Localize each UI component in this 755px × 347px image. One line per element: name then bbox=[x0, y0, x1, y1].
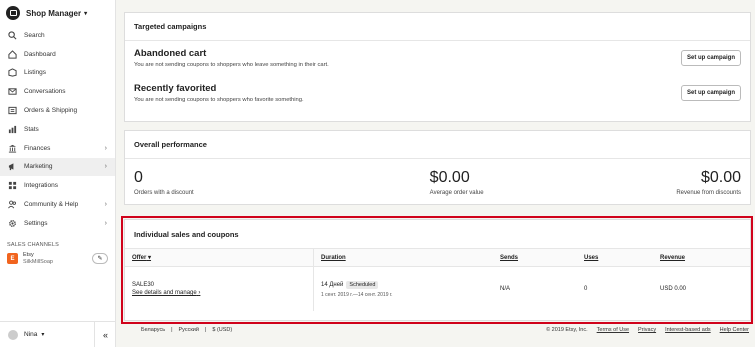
sidebar-item-label: Finances bbox=[24, 144, 51, 152]
campaign-description: You are not sending coupons to shoppers … bbox=[134, 62, 329, 68]
targeted-campaigns-card: Targeted campaigns Abandoned cart You ar… bbox=[124, 12, 751, 122]
overall-performance-card: Overall performance 0 Orders with a disc… bbox=[124, 130, 751, 205]
campaign-description: You are not sending coupons to shoppers … bbox=[134, 97, 304, 103]
avatar bbox=[8, 329, 18, 340]
language-selector[interactable]: Русский bbox=[179, 327, 199, 333]
copyright: © 2019 Etsy, Inc. bbox=[546, 327, 588, 333]
sidebar-item-label: Stats bbox=[24, 125, 39, 133]
set-up-recently-favorited-button[interactable]: Set up campaign bbox=[680, 85, 741, 101]
gear-icon bbox=[8, 219, 17, 228]
chevron-down-icon: ▾ bbox=[41, 332, 45, 338]
megaphone-icon bbox=[8, 162, 17, 171]
sidebar-item-orders[interactable]: Orders & Shipping bbox=[0, 101, 115, 120]
stat-label: Average order value bbox=[429, 190, 484, 196]
sidebar-item-listings[interactable]: Listings bbox=[0, 64, 115, 83]
campaign-name: Abandoned cart bbox=[134, 48, 207, 59]
campaign-name: Recently favorited bbox=[134, 83, 217, 94]
edit-channel-button[interactable]: ✎ bbox=[92, 253, 108, 265]
set-up-abandoned-cart-button[interactable]: Set up campaign bbox=[680, 50, 741, 66]
stat-label: Revenue from discounts bbox=[676, 190, 742, 196]
double-chevron-left-icon: « bbox=[102, 330, 108, 340]
sidebar-item-search[interactable]: Search bbox=[0, 26, 115, 45]
interest-ads-link[interactable]: Interest-based ads bbox=[665, 327, 711, 333]
grid-icon bbox=[8, 181, 17, 190]
chevron-right-icon: › bbox=[104, 163, 107, 171]
sidebar-item-label: Community & Help bbox=[24, 201, 79, 209]
region-selector[interactable]: Беларусь bbox=[141, 327, 165, 333]
sidebar-item-integrations[interactable]: Integrations bbox=[0, 176, 115, 195]
sidebar-item-label: Integrations bbox=[24, 182, 58, 190]
campaign-recently-favorited: Recently favorited You are not sending c… bbox=[125, 75, 750, 110]
stats-icon bbox=[8, 125, 17, 134]
stat-revenue-from-discounts: $0.00 Revenue from discounts bbox=[585, 169, 741, 196]
chevron-right-icon: › bbox=[104, 201, 107, 209]
people-icon bbox=[8, 200, 17, 209]
footer: Беларусь | Русский | $ (USD) © 2019 Etsy… bbox=[141, 327, 749, 333]
home-icon bbox=[8, 49, 17, 59]
sidebar-item-label: Settings bbox=[24, 219, 48, 227]
shop-manager-menu[interactable]: Shop Manager ▾ bbox=[0, 0, 115, 26]
sidebar-item-dashboard[interactable]: Dashboard bbox=[0, 45, 115, 64]
shop-icon bbox=[6, 6, 20, 20]
terms-link[interactable]: Terms of Use bbox=[597, 327, 629, 333]
stat-average-order-value: $0.00 Average order value bbox=[290, 169, 586, 196]
privacy-link[interactable]: Privacy bbox=[638, 327, 656, 333]
finances-icon bbox=[8, 144, 17, 153]
stat-value: $0.00 bbox=[700, 169, 742, 186]
channel-etsy[interactable]: E Etsy SilkMillSoap ✎ bbox=[0, 248, 115, 270]
orders-icon bbox=[8, 106, 17, 115]
overall-performance-title: Overall performance bbox=[125, 131, 750, 159]
sidebar-item-community[interactable]: Community & Help › bbox=[0, 195, 115, 214]
stat-orders-with-discount: 0 Orders with a discount bbox=[134, 169, 290, 196]
sidebar-item-label: Listings bbox=[24, 69, 47, 77]
chevron-right-icon: › bbox=[104, 144, 107, 152]
sidebar-item-label: Search bbox=[24, 31, 45, 39]
sidebar-item-label: Orders & Shipping bbox=[24, 107, 78, 115]
currency-selector[interactable]: $ (USD) bbox=[212, 327, 232, 333]
collapse-sidebar-button[interactable]: « bbox=[94, 322, 116, 347]
brand-title: Shop Manager bbox=[26, 8, 82, 18]
channel-shop-name: SilkMillSoap bbox=[23, 258, 53, 265]
stat-value: $0.00 bbox=[429, 169, 470, 186]
separator: | bbox=[204, 327, 207, 333]
sidebar-item-label: Dashboard bbox=[24, 50, 56, 58]
sidebar-item-stats[interactable]: Stats bbox=[0, 120, 115, 139]
help-center-link[interactable]: Help Center bbox=[720, 327, 749, 333]
etsy-logo-icon: E bbox=[7, 253, 18, 265]
stat-label: Orders with a discount bbox=[134, 190, 194, 196]
sidebar-item-settings[interactable]: Settings › bbox=[0, 214, 115, 233]
sidebar-item-finances[interactable]: Finances › bbox=[0, 139, 115, 158]
targeted-campaigns-title: Targeted campaigns bbox=[125, 13, 750, 41]
sidebar-item-conversations[interactable]: Conversations bbox=[0, 82, 115, 101]
search-icon bbox=[8, 31, 17, 40]
chevron-down-icon: ▾ bbox=[84, 10, 88, 17]
user-menu[interactable]: Nina ▾ « bbox=[0, 321, 116, 347]
listings-icon bbox=[8, 68, 17, 78]
highlight-box bbox=[121, 216, 753, 324]
campaign-abandoned-cart: Abandoned cart You are not sending coupo… bbox=[125, 41, 750, 75]
sidebar: Shop Manager ▾ Search Dashboard Listings… bbox=[0, 0, 116, 347]
channel-name: Etsy bbox=[23, 251, 34, 258]
sidebar-item-label: Marketing bbox=[24, 163, 53, 171]
mail-icon bbox=[8, 87, 17, 96]
pencil-icon: ✎ bbox=[97, 256, 103, 263]
separator: | bbox=[171, 327, 173, 333]
sidebar-item-marketing[interactable]: Marketing › bbox=[0, 157, 115, 177]
user-name: Nina bbox=[24, 331, 38, 338]
sidebar-item-label: Conversations bbox=[24, 88, 66, 96]
stat-value: 0 bbox=[134, 169, 143, 186]
chevron-right-icon: › bbox=[104, 219, 107, 227]
